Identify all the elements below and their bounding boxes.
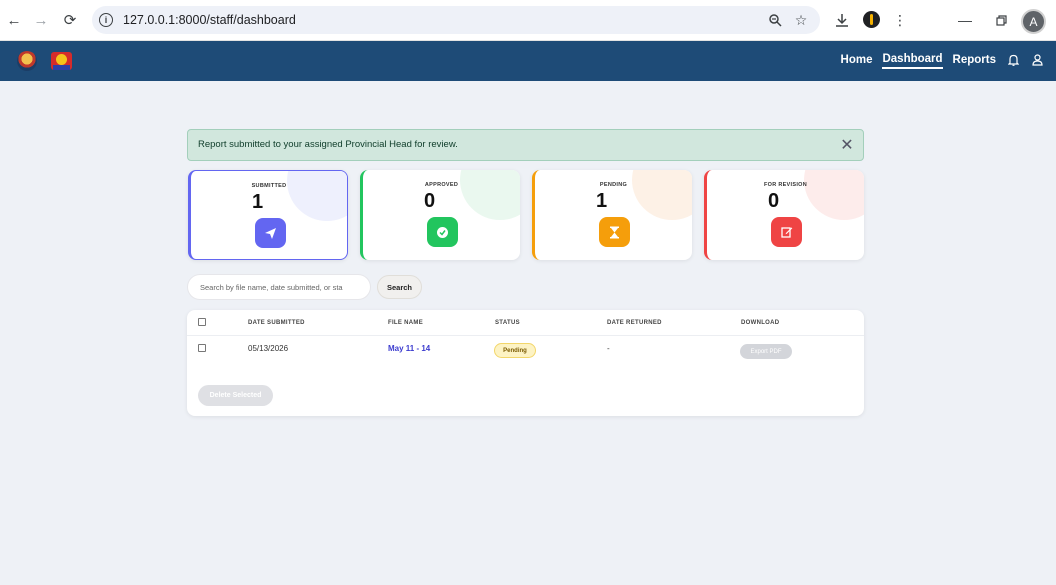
column-header[interactable]: DATE RETURNED (607, 320, 662, 326)
minimize-icon[interactable]: — (956, 11, 974, 29)
nav-reports[interactable]: Reports (953, 54, 996, 68)
hourglass-icon (599, 217, 630, 247)
stat-value: 0 (768, 190, 780, 212)
cell-date-returned: - (607, 344, 610, 353)
check-circle-icon (427, 217, 458, 247)
column-header[interactable]: DATE SUBMITTED (248, 320, 305, 326)
address-bar[interactable]: i 127.0.0.1:8000/staff/dashboard ☆ (92, 6, 820, 34)
site-info-icon[interactable]: i (99, 13, 113, 27)
download-icon[interactable] (833, 11, 851, 29)
restore-icon[interactable] (992, 11, 1010, 29)
stat-label: FOR REVISION (763, 182, 808, 188)
nav-home[interactable]: Home (841, 54, 873, 68)
card-decoration (804, 170, 864, 220)
user-icon[interactable] (1030, 53, 1044, 69)
card-decoration (287, 171, 347, 221)
profile-avatar[interactable]: A (1021, 9, 1046, 34)
cell-file-name-link[interactable]: May 11 - 14 (388, 344, 430, 353)
address-url[interactable]: 127.0.0.1:8000/staff/dashboard (123, 13, 296, 27)
card-decoration (460, 170, 520, 220)
card-decoration (632, 170, 692, 220)
stat-value: 0 (424, 190, 436, 212)
search-button[interactable]: Search (377, 275, 422, 299)
stat-label: APPROVED (424, 182, 459, 188)
stat-card-approved[interactable]: APPROVED 0 (360, 170, 520, 260)
status-badge: Pending (494, 343, 536, 358)
row-checkbox[interactable] (198, 344, 206, 352)
select-all-checkbox[interactable] (198, 318, 206, 326)
export-pdf-button[interactable]: Export PDF (740, 344, 792, 359)
stat-label: PENDING (599, 182, 628, 188)
paper-plane-icon (255, 218, 286, 248)
bookmark-star-icon[interactable]: ☆ (792, 11, 810, 29)
nav-dashboard[interactable]: Dashboard (882, 53, 943, 69)
stat-card-pending[interactable]: PENDING 1 (532, 170, 692, 260)
stat-value: 1 (252, 191, 264, 213)
header-divider (187, 335, 864, 336)
zoom-icon[interactable] (766, 11, 784, 29)
column-header[interactable]: FILE NAME (388, 320, 423, 326)
stat-card-for-revision[interactable]: FOR REVISION 0 (704, 170, 864, 260)
stat-label: SUBMITTED (251, 183, 287, 189)
search-input[interactable] (188, 275, 370, 299)
alert-message: Report submitted to your assigned Provin… (198, 139, 458, 150)
bell-icon[interactable] (1006, 54, 1020, 69)
nav-links: Home Dashboard Reports (841, 41, 1044, 81)
back-icon[interactable]: ← (4, 10, 24, 30)
org-logo[interactable] (17, 51, 37, 71)
menu-kebab-icon[interactable]: ⋮ (891, 11, 909, 29)
stat-value: 1 (596, 190, 608, 212)
reports-table: DATE SUBMITTED FILE NAME STATUS DATE RET… (187, 310, 864, 416)
column-header[interactable]: STATUS (495, 320, 520, 326)
forward-icon[interactable]: → (31, 10, 51, 30)
agency-logo[interactable] (51, 50, 72, 72)
edit-icon (771, 217, 802, 247)
browser-toolbar: ← → ⟳ i 127.0.0.1:8000/staff/dashboard ☆… (0, 0, 1056, 41)
cell-date-submitted: 05/13/2026 (248, 344, 289, 353)
extension-icon[interactable] (863, 11, 880, 28)
reload-icon[interactable]: ⟳ (60, 10, 80, 30)
stat-card-submitted[interactable]: SUBMITTED 1 (188, 170, 348, 260)
close-icon[interactable]: ✕ (838, 136, 856, 154)
column-header[interactable]: DOWNLOAD (741, 320, 779, 326)
success-alert: Report submitted to your assigned Provin… (187, 129, 864, 161)
delete-selected-button[interactable]: Delete Selected (198, 385, 273, 406)
app-navbar: Home Dashboard Reports (0, 41, 1056, 81)
